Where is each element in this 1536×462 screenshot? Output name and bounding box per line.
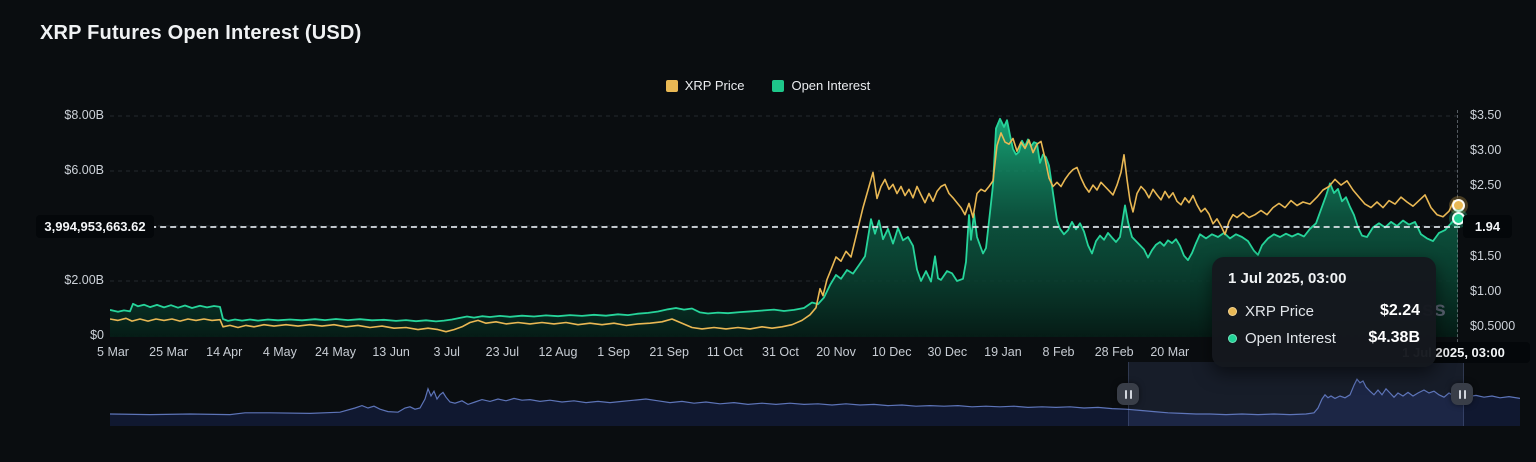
tooltip-label: XRP Price [1245, 302, 1314, 320]
crosshair-horizontal-line [110, 226, 1460, 228]
y-axis-tick-label: $8.00B [64, 108, 104, 123]
xrp-price-marker-dot [1452, 199, 1465, 212]
xrp-price-swatch-icon [665, 79, 678, 92]
tooltip-date: 1 Jul 2025, 03:00 [1228, 270, 1347, 287]
tooltip-row-open-interest: Open Interest $4.38B [1228, 329, 1420, 347]
tooltip: 1 Jul 2025, 03:00 XRP Price $2.24 Open I… [1212, 257, 1436, 367]
crosshair-vertical-line [1457, 110, 1458, 362]
legend-label: Open Interest [791, 78, 871, 93]
y-axis-tick-label: $0.5000 [1470, 319, 1516, 334]
y-axis-tick-label: $3.00 [1470, 143, 1502, 158]
legend-item-open-interest[interactable]: Open Interest [772, 78, 870, 93]
xrp-price-dot-icon [1228, 306, 1237, 316]
tooltip-value: $2.24 [1379, 302, 1420, 319]
legend-item-xrp-price[interactable]: XRP Price [665, 78, 745, 93]
y-axis-tick-label: $2.50 [1470, 178, 1502, 193]
chart-widget: XRP Futures Open Interest (USD) XRP Pric… [0, 0, 1536, 462]
x-axis-tick-label: 20 Mar [1150, 345, 1190, 359]
navigator-right-handle-icon[interactable] [1451, 383, 1473, 405]
tooltip-label: Open Interest [1245, 329, 1336, 347]
range-navigator[interactable] [110, 362, 1520, 428]
y-axis-tick-label: $0 [90, 328, 104, 342]
crosshair-right-value-badge: 1.94 [1463, 215, 1512, 238]
open-interest-swatch-icon [772, 79, 785, 92]
y-axis-tick-label: $3.50 [1470, 108, 1502, 122]
y-axis-tick-label: $1.00 [1470, 284, 1502, 299]
page-title: XRP Futures Open Interest (USD) [40, 22, 362, 44]
navigator-left-handle-icon[interactable] [1117, 383, 1139, 405]
legend-label: XRP Price [684, 78, 745, 93]
y-axis-tick-label: $6.00B [64, 163, 104, 178]
legend: XRP Price Open Interest [0, 78, 1536, 93]
y-axis-tick-label: $1.50 [1470, 248, 1502, 263]
navigator-selection[interactable] [1128, 362, 1464, 426]
y-axis-tick-label: $2.00B [64, 273, 104, 287]
open-interest-dot-icon [1228, 333, 1237, 343]
crosshair-left-value-badge: 3,994,953,663.62 [36, 215, 154, 238]
tooltip-value: $4.38B [1368, 329, 1420, 346]
tooltip-row-xrp-price: XRP Price $2.24 [1228, 302, 1420, 320]
